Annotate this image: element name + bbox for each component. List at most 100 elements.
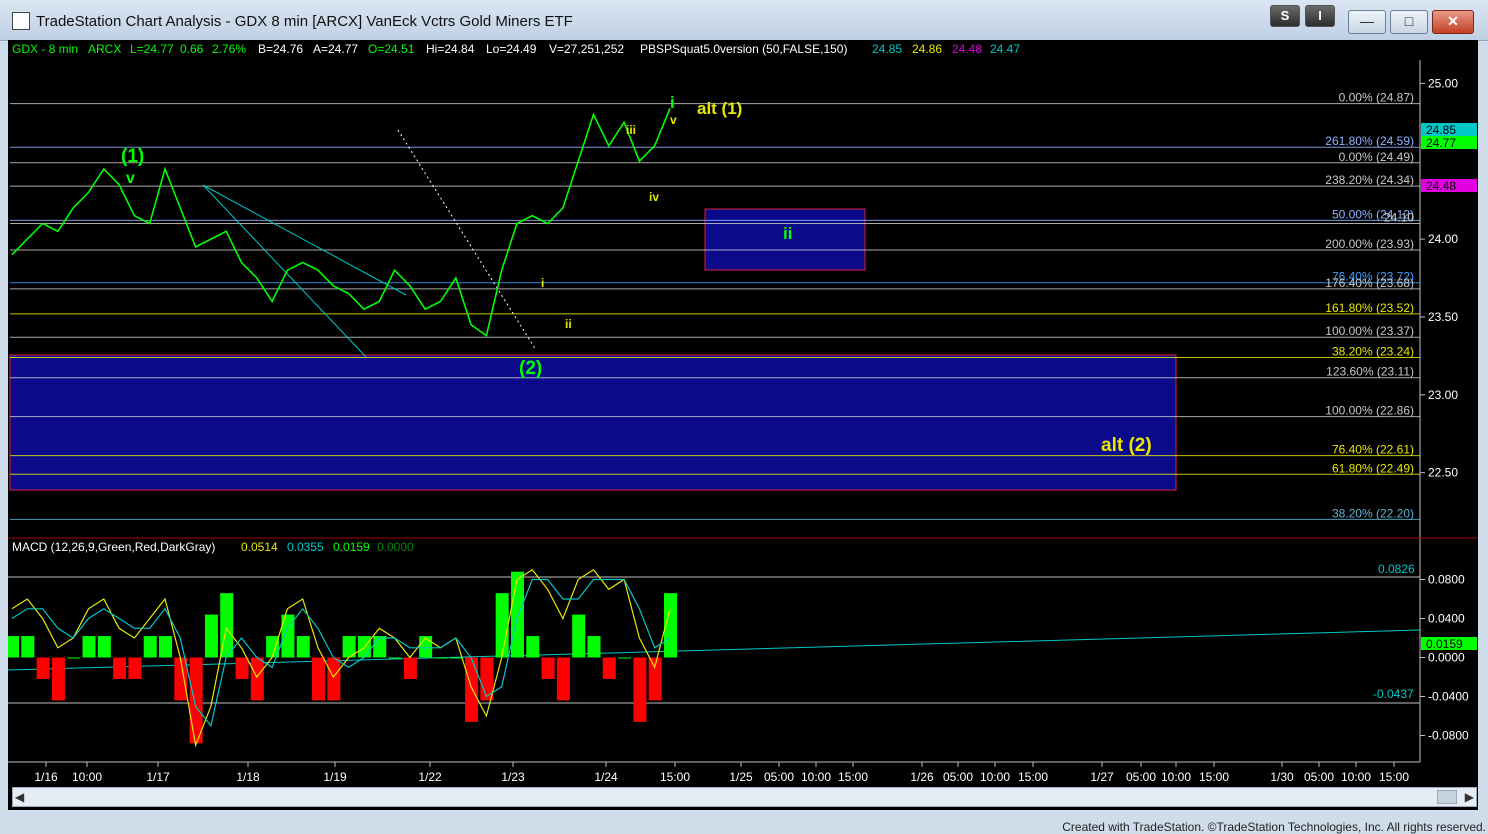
time-axis: 1/16 10:00 1/17 1/18 1/19 1/22 1/23 1/24 15:00 1/…: [34, 762, 1409, 784]
fib-label-3: 238.20% (24.34): [1325, 173, 1414, 187]
macd-hist-bar-9: [143, 636, 157, 658]
price-chart-svg[interactable]: GDX - 8 min ARCX L=24.77 0.66 2.76% B=24…: [6, 40, 1478, 810]
macd-tick-label-2: 0.0000: [1428, 651, 1465, 665]
fibonacci-labels: 0.00% (24.87) 261.80% (24.59) 0.00% (24.49…: [1325, 91, 1414, 521]
time-tick-label-11: 10:00: [801, 770, 831, 784]
time-tick-label-5: 1/22: [418, 770, 442, 784]
horizontal-scrollbar[interactable]: ◀ ▶: [12, 787, 1477, 807]
macd-hist-bar-25: [388, 657, 402, 659]
fib-label-13: 100.00% (22.86): [1325, 404, 1414, 418]
header-ind-value-1: 24.85: [872, 42, 902, 56]
wave-2-label: (2): [519, 358, 542, 379]
macd-hist-bar-13: [204, 614, 218, 658]
chart-area[interactable]: GDX - 8 min ARCX L=24.77 0.66 2.76% B=24…: [6, 40, 1478, 810]
macd-hist-bar-28: [434, 657, 448, 659]
subwave-iv-label: iv: [649, 190, 659, 204]
price-badges: 24.85 24.77 24.48: [1421, 123, 1477, 193]
macd-hist-bar-10: [159, 636, 173, 658]
time-tick-label-0: 1/16: [34, 770, 58, 784]
scroll-thumb[interactable]: [1437, 790, 1457, 804]
macd-hist-bar-27: [419, 636, 433, 658]
header-ind-value-4: 24.47: [990, 42, 1020, 56]
macd-hist-bar-36: [556, 657, 570, 701]
header-low: Lo=24.49: [486, 42, 537, 56]
channel-upper-line: [202, 184, 367, 358]
time-tick-label-12: 15:00: [838, 770, 868, 784]
header-open: O=24.51: [368, 42, 415, 56]
header-ind-value-2: 24.86: [912, 42, 942, 56]
macd-hist-bar-19: [296, 636, 310, 658]
wave-v-label: v: [126, 170, 135, 187]
time-tick-label-21: 1/30: [1270, 770, 1294, 784]
time-tick-label-3: 1/18: [236, 770, 260, 784]
footer-copyright: Created with TradeStation. ©TradeStation…: [1062, 820, 1486, 834]
macd-hist-bar-26: [403, 657, 417, 679]
badge-ind-high: 24.85: [1426, 123, 1456, 137]
macd-tick-label-4: -0.0800: [1428, 729, 1469, 743]
maximize-button[interactable]: □: [1390, 10, 1428, 34]
title-bar: TradeStation Chart Analysis - GDX 8 min …: [0, 0, 1488, 41]
price-tick-label-1: 24.00: [1428, 232, 1458, 246]
wave-ii-label: ii: [783, 224, 792, 243]
alt-2-target-zone: [9, 354, 1177, 491]
time-tick-label-8: 15:00: [660, 770, 690, 784]
close-button[interactable]: ✕: [1432, 10, 1474, 34]
fib-label-16: 38.20% (22.20): [1332, 506, 1414, 520]
alt-1-label: alt (1): [697, 99, 742, 118]
macd-hist-bar-3: [51, 657, 65, 701]
header-ind-value-3: 24.48: [952, 42, 982, 56]
symbol-link-i-button[interactable]: I: [1305, 5, 1335, 27]
macd-badge-min: -0.0437: [1373, 687, 1414, 701]
scroll-left-icon[interactable]: ◀: [15, 790, 24, 804]
macd-hist-bar-7: [113, 657, 127, 679]
subwave-iii-label: iii: [626, 123, 636, 137]
macd-hist-bar-2: [36, 657, 50, 679]
time-tick-label-2: 1/17: [146, 770, 170, 784]
header-exchange: ARCX: [88, 42, 121, 56]
fib-label-1: 261.80% (24.59): [1325, 134, 1414, 148]
price-tick-label-0: 25.00: [1428, 76, 1458, 90]
wave-1-label: (1): [121, 146, 144, 167]
time-tick-label-13: 1/26: [910, 770, 934, 784]
macd-hist-bar-12: [189, 657, 203, 744]
fib-label-6: 200.00% (23.93): [1325, 237, 1414, 251]
minimize-button[interactable]: —: [1348, 10, 1386, 34]
scroll-right-icon[interactable]: ▶: [1465, 790, 1474, 804]
macd-axis: 0.0800 0.0400 0.0000 -0.0400 -0.0800: [1420, 573, 1469, 743]
fib-label-8: 176.40% (23.68): [1325, 276, 1414, 290]
macd-hist-bar-37: [572, 614, 586, 658]
macd-hist-bar-33: [510, 571, 524, 658]
alt-2-label: alt (2): [1101, 435, 1152, 456]
channel-lower-line: [202, 184, 407, 296]
macd-tick-label-0: 0.0800: [1428, 573, 1465, 587]
time-tick-label-20: 15:00: [1199, 770, 1229, 784]
macd-hist-bar-34: [526, 636, 540, 658]
header-indicator: PBSPSquat5.0version (50,FALSE,150): [640, 42, 847, 56]
time-tick-label-16: 15:00: [1018, 770, 1048, 784]
time-tick-label-9: 1/25: [729, 770, 753, 784]
header-symbol: GDX - 8 min: [12, 42, 78, 56]
header-change: 0.66: [180, 42, 204, 56]
time-tick-label-19: 10:00: [1161, 770, 1191, 784]
macd-hist-bar-24: [373, 636, 387, 658]
macd-hist-bar-21: [327, 657, 341, 701]
price-tick-label-2: 23.50: [1428, 310, 1458, 324]
fib-label-2: 0.00% (24.49): [1339, 150, 1414, 164]
time-tick-label-1: 10:00: [72, 770, 102, 784]
fib-label-0: 0.00% (24.87): [1339, 91, 1414, 105]
macd-hist-bar-4: [67, 657, 81, 659]
header-volume: V=27,251,252: [549, 42, 624, 56]
price-tick-label-3: 23.00: [1428, 388, 1458, 402]
macd-hist-bar-1: [21, 636, 35, 658]
macd-hist-bar-35: [541, 657, 555, 679]
macd-tick-label-3: -0.0400: [1428, 690, 1469, 704]
macd-hist-bar-6: [97, 636, 111, 658]
time-tick-label-17: 1/27: [1090, 770, 1114, 784]
fib-label-12: 123.60% (23.11): [1326, 365, 1414, 379]
time-tick-label-18: 05:00: [1126, 770, 1156, 784]
time-tick-label-10: 05:00: [764, 770, 794, 784]
symbol-link-s-button[interactable]: S: [1270, 5, 1300, 27]
fib-label-10: 100.00% (23.37): [1325, 324, 1414, 338]
header-pct: 2.76%: [212, 42, 246, 56]
macd-hist-bar-41: [633, 657, 647, 722]
